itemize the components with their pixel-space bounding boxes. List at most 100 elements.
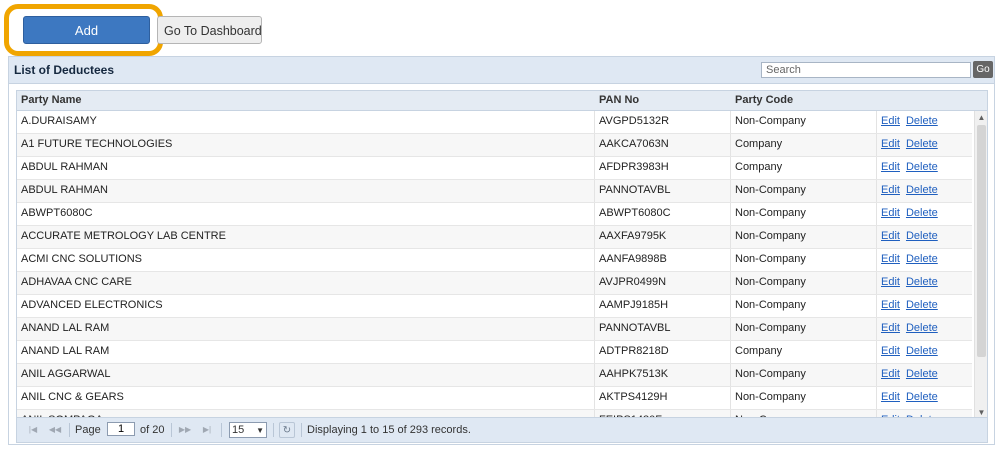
edit-link[interactable]: Edit	[881, 207, 900, 219]
edit-link[interactable]: Edit	[881, 276, 900, 288]
pager-separator	[171, 423, 172, 437]
party-code-cell: Non-Company	[731, 111, 877, 133]
table-row[interactable]: ANIL CNC & GEARS AKTPS4129H Non-Company Edi…	[17, 387, 972, 410]
delete-link[interactable]: Delete	[906, 391, 938, 403]
chevron-down-icon: ▼	[256, 426, 264, 435]
party-code-cell: Non-Company	[731, 203, 877, 225]
table-row[interactable]: ADVANCED ELECTRONICS AAMPJ9185H Non-Compan…	[17, 295, 972, 318]
grid-header: Party Name PAN No Party Code	[17, 91, 987, 111]
party-code-cell: Company	[731, 134, 877, 156]
scroll-thumb[interactable]	[977, 125, 986, 357]
party-name-cell: A1 FUTURE TECHNOLOGIES	[17, 134, 595, 156]
refresh-icon[interactable]: ↻	[279, 422, 295, 438]
edit-link[interactable]: Edit	[881, 368, 900, 380]
party-code-cell: Non-Company	[731, 272, 877, 294]
pan-no-cell: AAKCA7063N	[595, 134, 731, 156]
first-page-icon[interactable]: |◀	[25, 422, 41, 438]
row-actions: Edit Delete	[877, 295, 972, 317]
column-header-pan-no[interactable]: PAN No	[599, 94, 639, 106]
edit-link[interactable]: Edit	[881, 253, 900, 265]
delete-link[interactable]: Delete	[906, 138, 938, 150]
delete-link[interactable]: Delete	[906, 184, 938, 196]
row-actions: Edit Delete	[877, 341, 972, 363]
row-actions: Edit Delete	[877, 157, 972, 179]
pan-no-cell: AKTPS4129H	[595, 387, 731, 409]
delete-link[interactable]: Delete	[906, 368, 938, 380]
add-button[interactable]: Add	[23, 16, 150, 44]
party-name-cell: ACMI CNC SOLUTIONS	[17, 249, 595, 271]
row-actions: Edit Delete	[877, 111, 972, 133]
table-row[interactable]: A1 FUTURE TECHNOLOGIES AAKCA7063N Company E…	[17, 134, 972, 157]
scroll-up-icon[interactable]: ▲	[975, 111, 987, 124]
panel-header: List of Deductees Go	[9, 57, 994, 84]
party-code-cell: Non-Company	[731, 364, 877, 386]
search-input[interactable]	[761, 62, 971, 78]
prev-page-icon[interactable]: ◀◀	[47, 422, 63, 438]
row-actions: Edit Delete	[877, 180, 972, 202]
go-button[interactable]: Go	[973, 61, 993, 78]
party-name-cell: ACCURATE METROLOGY LAB CENTRE	[17, 226, 595, 248]
party-name-cell: A.DURAISAMY	[17, 111, 595, 133]
table-row[interactable]: ACMI CNC SOLUTIONS AANFA9898B Non-Company E…	[17, 249, 972, 272]
party-name-cell: ABDUL RAHMAN	[17, 180, 595, 202]
delete-link[interactable]: Delete	[906, 115, 938, 127]
row-actions: Edit Delete	[877, 318, 972, 340]
pan-no-cell: AAHPK7513K	[595, 364, 731, 386]
next-page-icon[interactable]: ▶▶	[177, 422, 193, 438]
delete-link[interactable]: Delete	[906, 299, 938, 311]
party-name-cell: ANAND LAL RAM	[17, 318, 595, 340]
party-name-cell: ABWPT6080C	[17, 203, 595, 225]
grid-body: A.DURAISAMY AVGPD5132R Non-Company Edit Dele…	[17, 111, 972, 419]
vertical-scrollbar[interactable]: ▲ ▼	[974, 111, 987, 419]
row-actions: Edit Delete	[877, 387, 972, 409]
table-row[interactable]: A.DURAISAMY AVGPD5132R Non-Company Edit Dele…	[17, 111, 972, 134]
last-page-icon[interactable]: ▶|	[199, 422, 215, 438]
delete-link[interactable]: Delete	[906, 276, 938, 288]
party-name-cell: ANIL CNC & GEARS	[17, 387, 595, 409]
party-code-cell: Non-Company	[731, 387, 877, 409]
delete-link[interactable]: Delete	[906, 253, 938, 265]
column-header-party-code[interactable]: Party Code	[735, 94, 793, 106]
pan-no-cell: AFDPR3983H	[595, 157, 731, 179]
edit-link[interactable]: Edit	[881, 345, 900, 357]
party-name-cell: ADHAVAA CNC CARE	[17, 272, 595, 294]
table-row[interactable]: ADHAVAA CNC CARE AVJPR0499N Non-Company Edi…	[17, 272, 972, 295]
delete-link[interactable]: Delete	[906, 345, 938, 357]
edit-link[interactable]: Edit	[881, 391, 900, 403]
table-row[interactable]: ANAND LAL RAM PANNOTAVBL Non-Company Edit De…	[17, 318, 972, 341]
deductees-panel: List of Deductees Go Party Name PAN No P…	[8, 56, 995, 445]
page-size-select[interactable]: 15 ▼	[229, 422, 267, 438]
pan-no-cell: PANNOTAVBL	[595, 180, 731, 202]
delete-link[interactable]: Delete	[906, 230, 938, 242]
page-size-value: 15	[232, 424, 245, 436]
edit-link[interactable]: Edit	[881, 161, 900, 173]
pager-separator	[221, 423, 222, 437]
edit-link[interactable]: Edit	[881, 184, 900, 196]
table-row[interactable]: ABDUL RAHMAN PANNOTAVBL Non-Company Edit Del…	[17, 180, 972, 203]
table-row[interactable]: ANAND LAL RAM ADTPR8218D Company Edit Delete	[17, 341, 972, 364]
edit-link[interactable]: Edit	[881, 322, 900, 334]
row-actions: Edit Delete	[877, 203, 972, 225]
edit-link[interactable]: Edit	[881, 115, 900, 127]
row-actions: Edit Delete	[877, 134, 972, 156]
pan-no-cell: ABWPT6080C	[595, 203, 731, 225]
edit-link[interactable]: Edit	[881, 230, 900, 242]
edit-link[interactable]: Edit	[881, 138, 900, 150]
delete-link[interactable]: Delete	[906, 322, 938, 334]
go-to-dashboard-button[interactable]: Go To Dashboard	[157, 16, 262, 44]
pan-no-cell: AAXFA9795K	[595, 226, 731, 248]
table-row[interactable]: ABWPT6080C ABWPT6080C Non-Company Edit Delet…	[17, 203, 972, 226]
records-status: Displaying 1 to 15 of 293 records.	[307, 424, 471, 436]
column-header-party-name[interactable]: Party Name	[21, 94, 82, 106]
page-number-input[interactable]	[107, 422, 135, 436]
row-actions: Edit Delete	[877, 364, 972, 386]
delete-link[interactable]: Delete	[906, 207, 938, 219]
party-name-cell: ANIL AGGARWAL	[17, 364, 595, 386]
table-row[interactable]: ANIL AGGARWAL AAHPK7513K Non-Company Edit De…	[17, 364, 972, 387]
pager-separator	[69, 423, 70, 437]
table-row[interactable]: ABDUL RAHMAN AFDPR3983H Company Edit Delete	[17, 157, 972, 180]
delete-link[interactable]: Delete	[906, 161, 938, 173]
party-code-cell: Company	[731, 157, 877, 179]
edit-link[interactable]: Edit	[881, 299, 900, 311]
table-row[interactable]: ACCURATE METROLOGY LAB CENTRE AAXFA9795K N…	[17, 226, 972, 249]
